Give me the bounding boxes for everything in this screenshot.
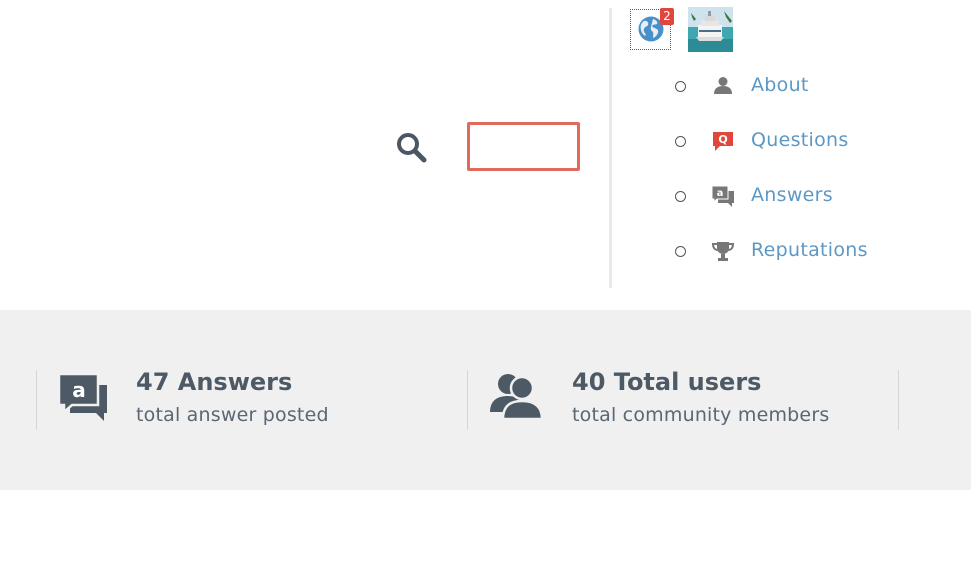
menu-item-answers[interactable]: a Answers [672,182,892,212]
svg-text:a: a [72,378,86,402]
stats-separator [898,370,899,430]
search-input[interactable] [467,122,580,171]
stat-users-subtitle: total community members [572,404,830,426]
search-icon[interactable] [394,130,430,166]
stat-users-title: 40 Total users [572,368,762,396]
trophy-icon [711,240,735,262]
menu-item-questions[interactable]: Q Questions [672,127,892,157]
stat-answers-title: 47 Answers [136,368,293,396]
menu-item-about[interactable]: About [672,72,892,102]
svg-text:a: a [717,188,724,199]
notification-count-badge: 2 [660,8,674,25]
stats-band: a 47 Answers total answer posted 40 Tota… [0,310,971,490]
stat-answers-subtitle: total answer posted [136,404,329,426]
bullet-icon [675,246,686,257]
menu-label-questions: Questions [751,129,849,151]
avatar[interactable] [688,7,733,52]
question-icon: Q [712,130,734,152]
stats-separator [467,370,468,430]
menu-label-reputations: Reputations [751,239,868,261]
answers-icon: a [711,185,734,207]
header-divider [609,8,612,288]
bullet-icon [675,136,686,147]
user-icon [712,75,734,97]
svg-text:Q: Q [718,133,727,146]
answers-chat-icon: a [57,372,108,425]
users-icon [490,372,544,424]
menu-label-about: About [751,74,809,96]
bullet-icon [675,81,686,92]
notifications-button[interactable]: 2 [630,8,674,50]
menu-item-reputations[interactable]: Reputations [672,237,892,267]
stats-separator [36,370,37,430]
menu-label-answers: Answers [751,184,833,206]
bullet-icon [675,191,686,202]
